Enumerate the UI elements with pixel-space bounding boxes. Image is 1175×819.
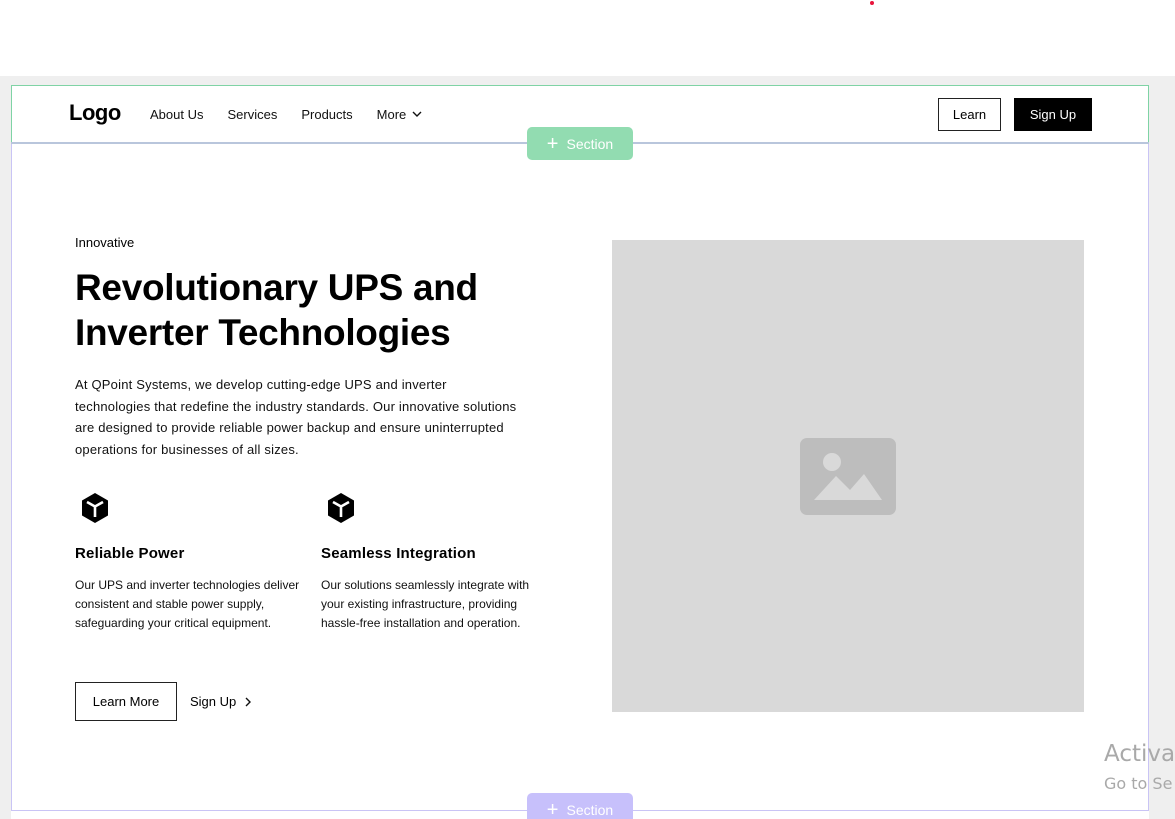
nav-link-services[interactable]: Services — [227, 107, 277, 122]
sign-up-button[interactable]: Sign Up — [1014, 98, 1092, 131]
add-section-button[interactable]: + Section — [527, 127, 633, 160]
nav-link-products[interactable]: Products — [301, 107, 352, 122]
nav-more-label: More — [376, 107, 407, 122]
add-section-button-bottom[interactable]: + Section — [527, 793, 633, 819]
hero-description: At QPoint Systems, we develop cutting-ed… — [75, 377, 517, 457]
feature-seamless-integration: Seamless Integration Our solutions seaml… — [321, 490, 546, 633]
cursor-dot — [870, 1, 874, 5]
chevron-down-icon — [412, 111, 422, 118]
activation-watermark: Activat Go to Se — [1104, 740, 1175, 794]
hero-image-placeholder[interactable] — [612, 240, 1084, 712]
plus-icon: + — [546, 798, 559, 819]
add-section-label: Section — [566, 801, 614, 818]
hero-tagline: Innovative — [75, 235, 135, 250]
nav-links: About Us Services Products More — [150, 107, 422, 122]
sign-up-link[interactable]: Sign Up — [190, 694, 252, 709]
browser-top-area — [0, 0, 1175, 76]
feature-title: Reliable Power — [75, 545, 185, 562]
feature-description: Our UPS and inverter technologies delive… — [75, 578, 300, 630]
feature-description: Our solutions seamlessly integrate with … — [321, 578, 530, 630]
add-section-label: Section — [566, 135, 614, 152]
feature-title: Seamless Integration — [321, 545, 476, 562]
learn-more-button[interactable]: Learn More — [75, 682, 177, 721]
watermark-line-2: Go to Se — [1104, 774, 1173, 793]
cube-icon — [77, 490, 113, 526]
hero-headline: Revolutionary UPS and Inverter Technolog… — [75, 267, 478, 353]
chevron-right-icon — [245, 697, 252, 707]
watermark-line-1: Activat — [1104, 741, 1175, 767]
nav-link-about-us[interactable]: About Us — [150, 107, 203, 122]
logo[interactable]: Logo — [69, 100, 121, 126]
image-placeholder-icon — [800, 438, 896, 515]
plus-icon: + — [546, 132, 559, 155]
feature-reliable-power: Reliable Power Our UPS and inverter tech… — [75, 490, 300, 633]
cube-icon — [323, 490, 359, 526]
sign-up-link-label: Sign Up — [190, 694, 237, 709]
learn-button[interactable]: Learn — [938, 98, 1001, 131]
nav-more-dropdown[interactable]: More — [377, 107, 423, 122]
